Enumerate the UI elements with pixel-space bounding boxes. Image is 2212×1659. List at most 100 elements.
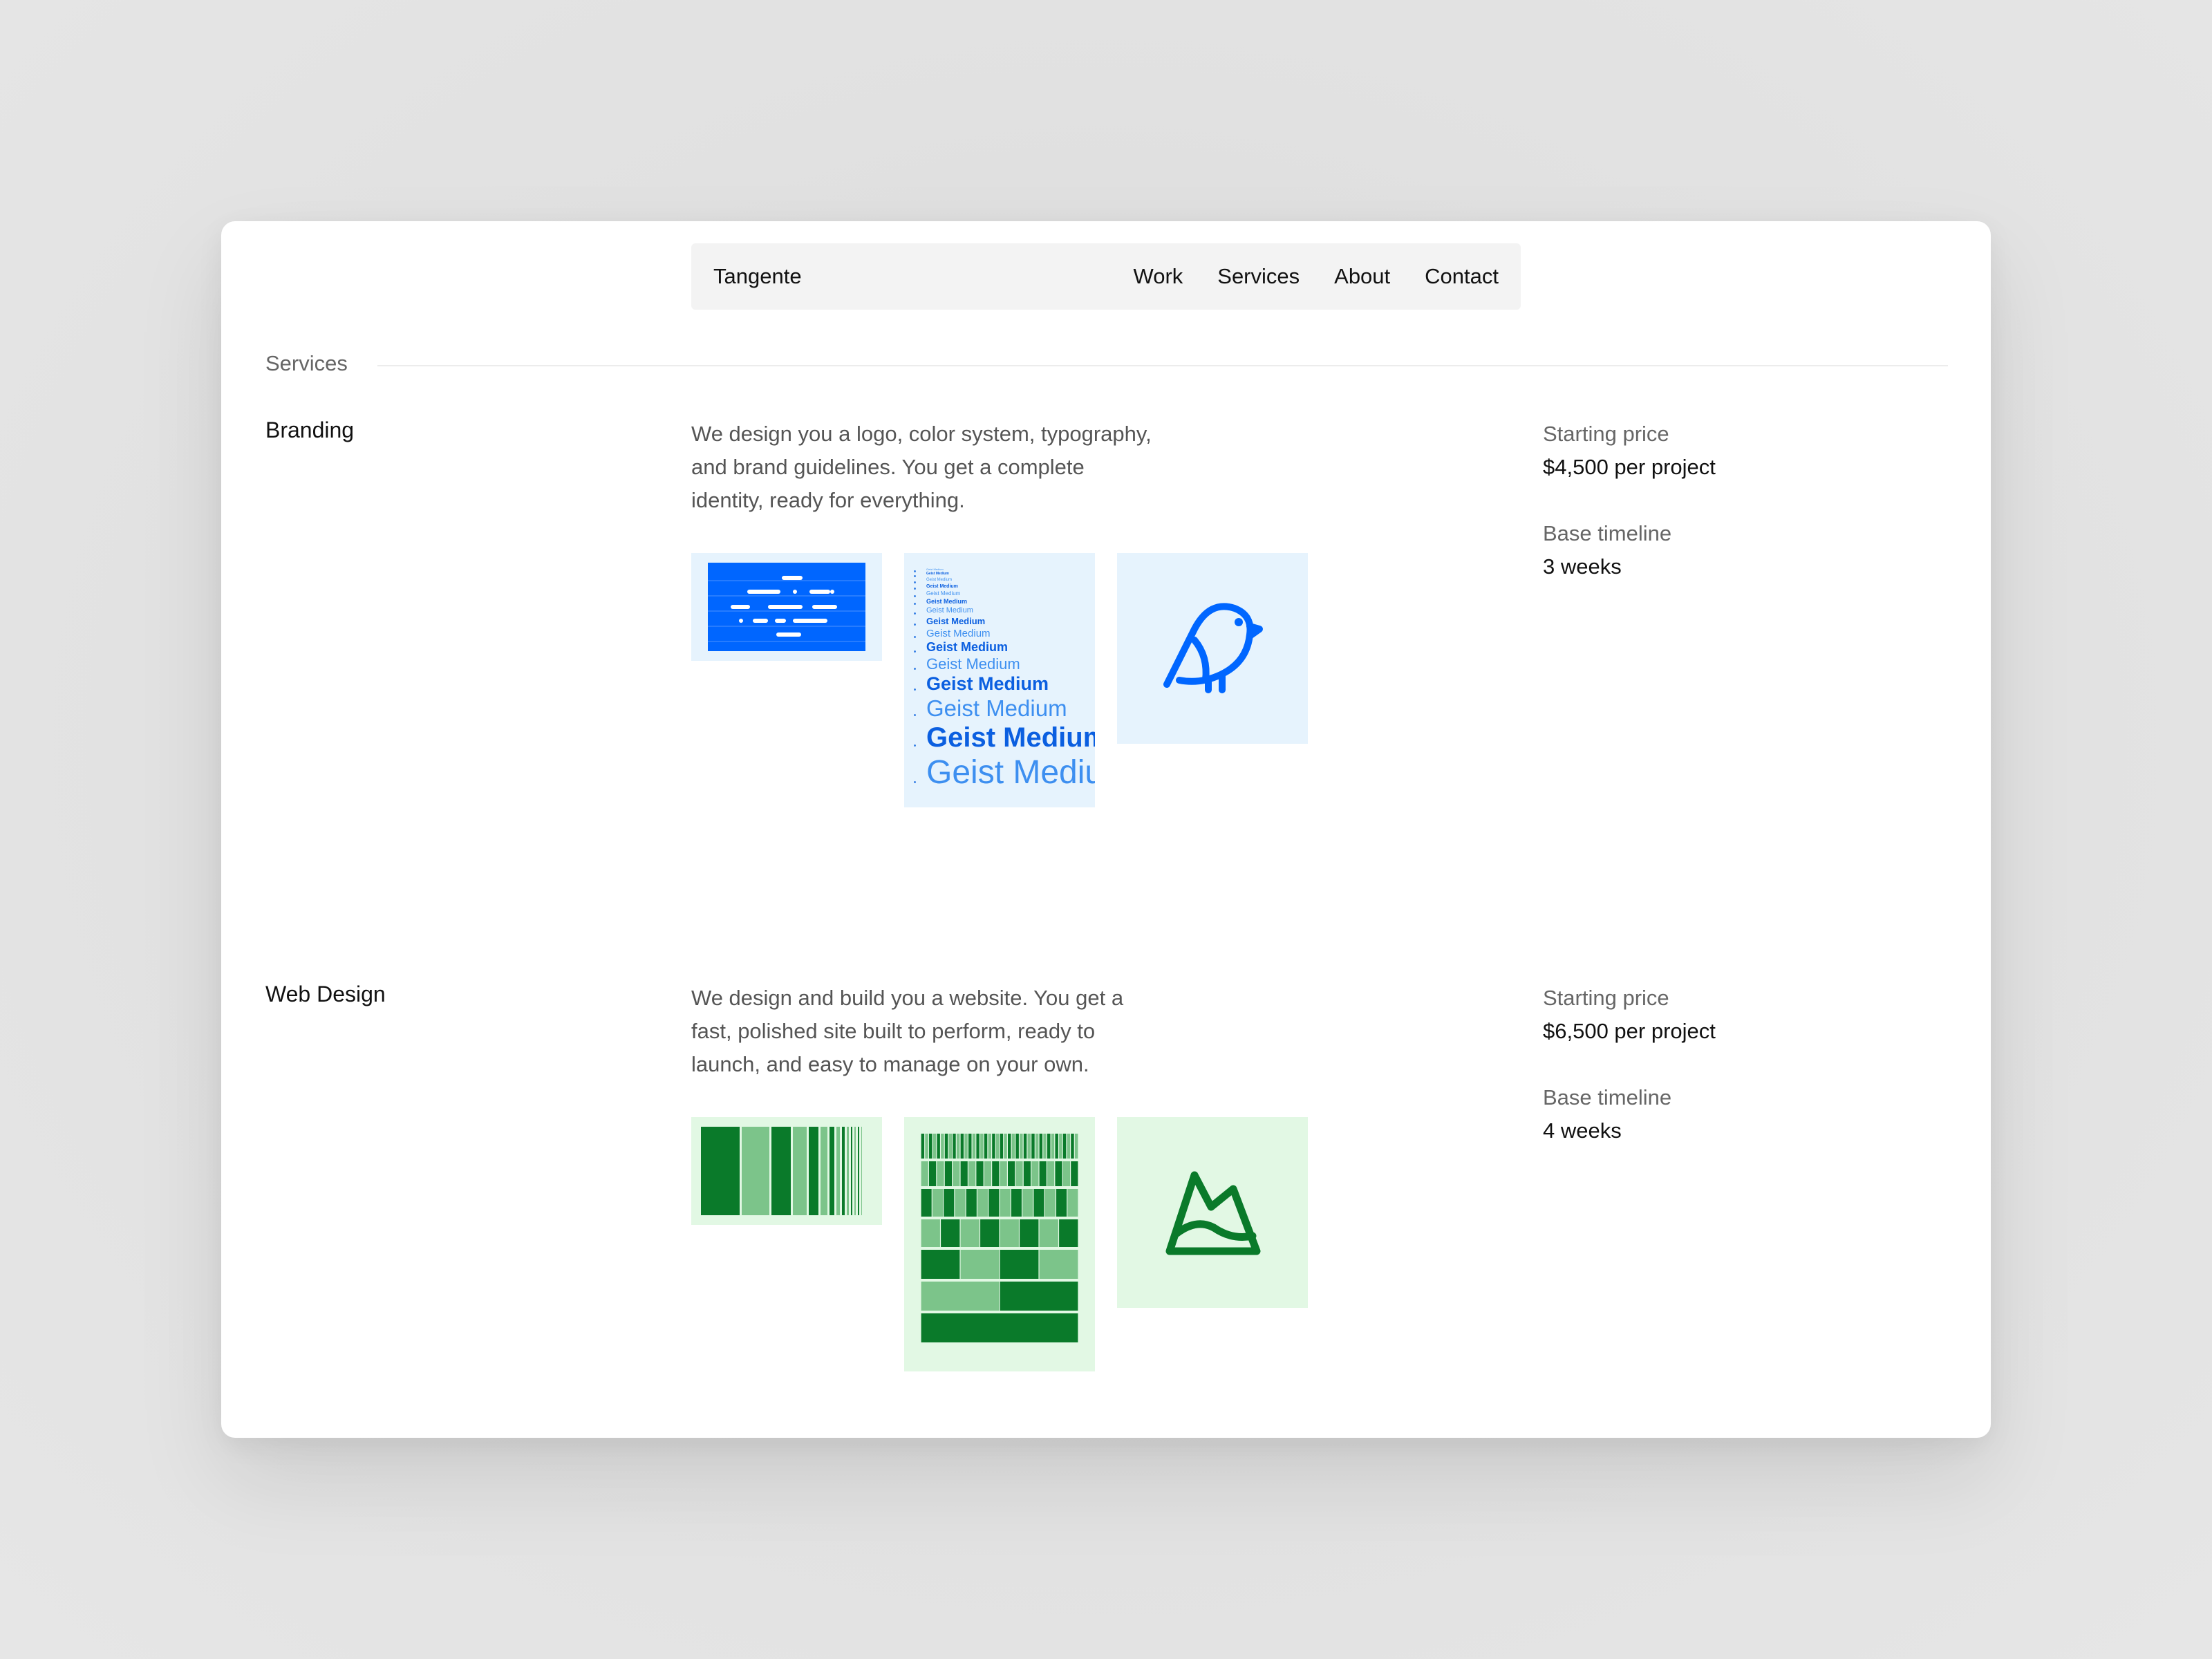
brand-pattern-graphic	[708, 563, 865, 651]
stripe-bar	[842, 1127, 845, 1215]
stripe-bar	[861, 1127, 862, 1215]
grid-cell	[944, 1161, 952, 1186]
grid-cell	[1031, 1134, 1035, 1159]
nav-link-work[interactable]: Work	[1134, 264, 1183, 289]
grid-cell	[964, 1134, 968, 1159]
grid-cell	[984, 1134, 988, 1159]
grid-cell	[1035, 1134, 1039, 1159]
stripe-bar	[858, 1127, 859, 1215]
type-specimen-marker	[914, 575, 916, 578]
grid-cell	[1055, 1134, 1058, 1159]
section-label: Services	[265, 351, 348, 375]
grid-cell	[1015, 1134, 1019, 1159]
timeline-label: Base timeline	[1543, 521, 1672, 545]
grid-cell	[1033, 1189, 1044, 1217]
grid-cell	[1062, 1161, 1070, 1186]
grid-cell	[1000, 1282, 1078, 1311]
brand-pattern-thumbnail[interactable]	[691, 553, 882, 661]
grid-cell	[1011, 1189, 1022, 1217]
grid-cell	[966, 1189, 977, 1217]
grid-cell	[1047, 1161, 1055, 1186]
type-specimen-marker	[914, 714, 916, 717]
grid-cell	[1047, 1134, 1051, 1159]
top-nav: Tangente Work Services About Contact	[691, 243, 1521, 310]
grid-cell	[1071, 1161, 1078, 1186]
grid-cell	[1039, 1161, 1047, 1186]
grid-cell	[955, 1189, 966, 1217]
stripe-bar	[851, 1127, 852, 1215]
grid-cell	[992, 1161, 1000, 1186]
stripe-bar	[836, 1127, 840, 1215]
grid-cell	[988, 1134, 991, 1159]
timeline-label: Base timeline	[1543, 1085, 1672, 1109]
logo-thumbnail[interactable]	[1117, 1117, 1308, 1308]
stripe-pattern-graphic	[701, 1127, 862, 1215]
nav-link-contact[interactable]: Contact	[1425, 264, 1499, 289]
grid-pattern-thumbnail[interactable]	[904, 1117, 1095, 1371]
type-specimen-line: Geist Medium	[926, 572, 949, 577]
grid-cell	[937, 1134, 940, 1159]
grid-cell	[953, 1161, 960, 1186]
mountain-icon	[1165, 1171, 1261, 1255]
typography-specimen-thumbnail[interactable]: Geist Medium Geist Medium Geist Medium Geis…	[904, 553, 1095, 807]
grid-cell	[977, 1189, 988, 1217]
grid-cell	[1000, 1189, 1011, 1217]
type-specimen-marker	[914, 744, 916, 747]
type-specimen-line: Geist Medium	[926, 640, 1009, 655]
type-specimen-marker	[914, 594, 916, 597]
grid-cell	[1008, 1161, 1015, 1186]
type-specimen-marker	[914, 581, 916, 583]
grid-pattern-graphic	[921, 1134, 1078, 1342]
grid-cell	[932, 1134, 937, 1159]
grid-cell	[1039, 1134, 1043, 1159]
grid-cell	[972, 1134, 976, 1159]
logo-thumbnail[interactable]	[1117, 553, 1308, 744]
type-specimen-line: Geist Medium	[926, 722, 1095, 753]
grid-cell	[953, 1134, 956, 1159]
grid-cell	[1004, 1134, 1007, 1159]
grid-cell	[960, 1250, 1000, 1279]
grid-cell	[932, 1189, 943, 1217]
grid-cell	[1000, 1134, 1004, 1159]
nav-link-services[interactable]: Services	[1217, 264, 1300, 289]
service-name: Web Design	[265, 982, 386, 1006]
price-value: $6,500 per project	[1543, 1019, 1716, 1043]
grid-cell	[1056, 1189, 1067, 1217]
grid-cell	[1039, 1250, 1078, 1279]
service-description: We design you a logo, color system, typo…	[691, 422, 1152, 512]
grid-cell	[944, 1134, 948, 1159]
grid-cell	[968, 1161, 976, 1186]
grid-cell	[1031, 1161, 1039, 1186]
grid-cell	[1000, 1219, 1019, 1247]
grid-cell	[921, 1250, 960, 1279]
type-specimen-line: Geist Medium	[926, 627, 991, 639]
stripe-bar	[821, 1127, 827, 1215]
brand-logo[interactable]: Tangente	[713, 264, 802, 289]
grid-cell	[1074, 1134, 1078, 1159]
nav-link-about[interactable]: About	[1334, 264, 1390, 289]
type-specimen-line: Geist Medium	[926, 695, 1067, 722]
type-specimen-line: Geist Medium	[926, 578, 953, 583]
type-specimen-marker	[914, 650, 916, 653]
service-meta: Starting price $4,500 per project Base t…	[1543, 418, 1716, 617]
stripe-bar	[701, 1127, 740, 1215]
stripe-bar	[793, 1127, 807, 1215]
nav-links: Work Services About Contact	[1134, 264, 1499, 289]
type-specimen-marker	[914, 688, 916, 691]
grid-cell	[1020, 1134, 1023, 1159]
grid-cell	[948, 1134, 952, 1159]
grid-cell	[941, 1219, 960, 1247]
type-specimen-marker	[914, 623, 916, 626]
grid-cell	[988, 1189, 1000, 1217]
grid-cell	[1044, 1189, 1056, 1217]
type-specimen-marker	[914, 668, 916, 671]
type-specimen-marker	[914, 570, 916, 572]
browser-window: Tangente Work Services About Contact Ser…	[221, 221, 1991, 1438]
bird-icon	[1163, 603, 1263, 693]
grid-cell	[941, 1134, 944, 1159]
stripe-pattern-thumbnail[interactable]	[691, 1117, 882, 1225]
grid-cell	[1011, 1134, 1015, 1159]
grid-cell	[921, 1313, 1078, 1342]
timeline-value: 4 weeks	[1543, 1118, 1622, 1143]
stripe-bar	[847, 1127, 849, 1215]
